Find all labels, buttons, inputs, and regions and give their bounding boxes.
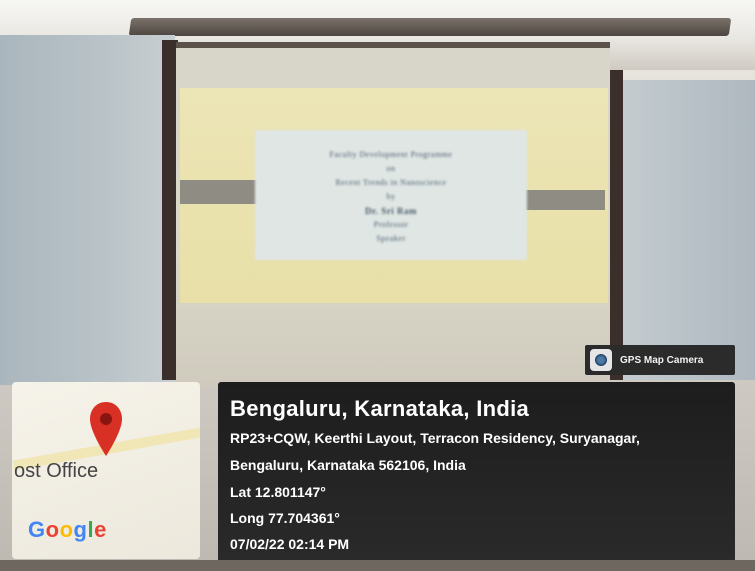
projected-bar-left xyxy=(180,180,264,204)
slide-line: Recent Trends in Nanoscience xyxy=(335,178,447,187)
gps-app-name: GPS Map Camera xyxy=(620,354,704,366)
longitude: Long 77.704361° xyxy=(230,510,340,526)
bottom-edge xyxy=(0,560,755,571)
projected-bar-right xyxy=(515,190,605,210)
google-logo: Google xyxy=(28,517,107,542)
presentation-slide: Faculty Development Programme on Recent … xyxy=(255,130,527,260)
slide-line: Dr. Sri Ram xyxy=(365,206,417,216)
slide-line: Speaker xyxy=(376,234,406,243)
map-place-label: ost Office xyxy=(14,460,99,482)
right-wall-panel xyxy=(620,80,755,380)
gps-app-badge: GPS Map Camera xyxy=(585,345,735,375)
slide-line: Faculty Development Programme xyxy=(329,150,453,159)
address-line-1: RP23+CQW, Keerthi Layout, Terracon Resid… xyxy=(230,430,640,446)
latitude: Lat 12.801147° xyxy=(230,484,326,500)
location-info-card: Bengaluru, Karnataka, India RP23+CQW, Ke… xyxy=(218,382,735,562)
slide-line: Professor xyxy=(373,220,409,229)
map-pin-icon xyxy=(90,402,122,456)
datetime: 07/02/22 02:14 PM xyxy=(230,536,350,552)
left-wall-panel xyxy=(0,35,175,385)
camera-icon xyxy=(590,349,612,371)
address-line-2: Bengaluru, Karnataka 562106, India xyxy=(230,457,466,473)
slide-line: by xyxy=(386,192,396,201)
location-title: Bengaluru, Karnataka, India xyxy=(230,396,530,421)
slide-line: on xyxy=(386,164,396,173)
projector-rail xyxy=(128,18,732,36)
